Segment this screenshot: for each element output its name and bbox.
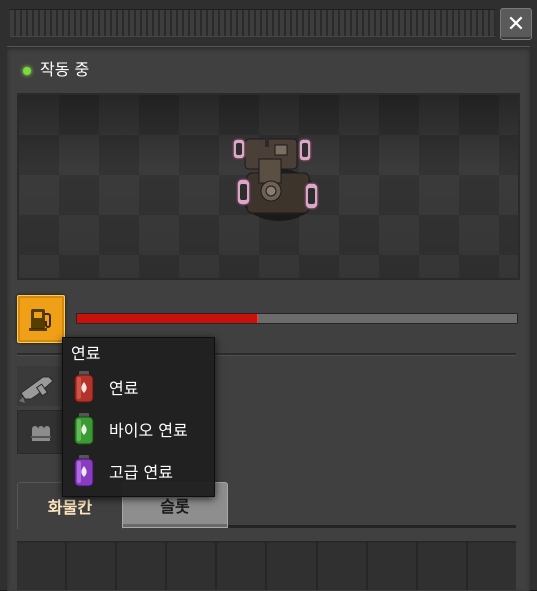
bio-fuel-icon [74, 413, 94, 445]
close-icon: ✕ [506, 11, 526, 37]
fuel-category-tooltip: 연료 연료 바이오 연료 고급 연료 [62, 337, 215, 497]
fuel-slot[interactable] [17, 295, 65, 343]
tooltip-title: 연료 [71, 344, 101, 363]
fuel-pump-icon [29, 309, 51, 331]
tooltip-item: 바이오 연료 [73, 410, 213, 448]
ammo-slot[interactable] [17, 410, 65, 454]
tooltip-item-label: 고급 연료 [109, 463, 173, 482]
burner-progress-bar [76, 313, 518, 324]
inventory-slot[interactable] [367, 541, 416, 590]
ammo-icon [31, 426, 51, 441]
inventory-slot[interactable] [417, 541, 466, 590]
chemical-fuel-icon [74, 371, 94, 403]
inventory-slot[interactable] [167, 541, 216, 590]
tooltip-item-label: 바이오 연료 [109, 421, 188, 440]
inventory-slot[interactable] [317, 541, 366, 590]
status-label: 작동 중 [40, 60, 90, 79]
inventory-slot[interactable] [67, 541, 116, 590]
tooltip-item: 연료 [73, 368, 213, 406]
weapon-slot[interactable] [17, 366, 63, 406]
tab-cargo-label: 화물칸 [47, 498, 93, 517]
drag-handle[interactable] [10, 9, 495, 37]
entity-preview[interactable] [17, 93, 520, 280]
tooltip-item: 고급 연료 [73, 452, 213, 490]
inventory-slot[interactable] [267, 541, 316, 590]
vehicle-window: ✕ 작동 중 화물칸 슬롯 연료 연료 바이오 연료 고급 연료 [0, 0, 537, 591]
inventory-slot[interactable] [467, 541, 516, 590]
tooltip-item-label: 연료 [109, 379, 139, 398]
close-button[interactable]: ✕ [500, 8, 532, 40]
vehicle-icon [232, 135, 319, 221]
inventory-slot[interactable] [117, 541, 166, 590]
machine-gun-icon [19, 376, 54, 403]
cargo-inventory-grid [17, 541, 516, 590]
status-indicator-icon [23, 67, 31, 75]
inventory-slot[interactable] [217, 541, 266, 590]
advanced-fuel-icon [74, 455, 94, 487]
inventory-slot[interactable] [17, 541, 66, 590]
titlebar: ✕ [0, 0, 537, 46]
burner-progress-fill [77, 314, 259, 323]
